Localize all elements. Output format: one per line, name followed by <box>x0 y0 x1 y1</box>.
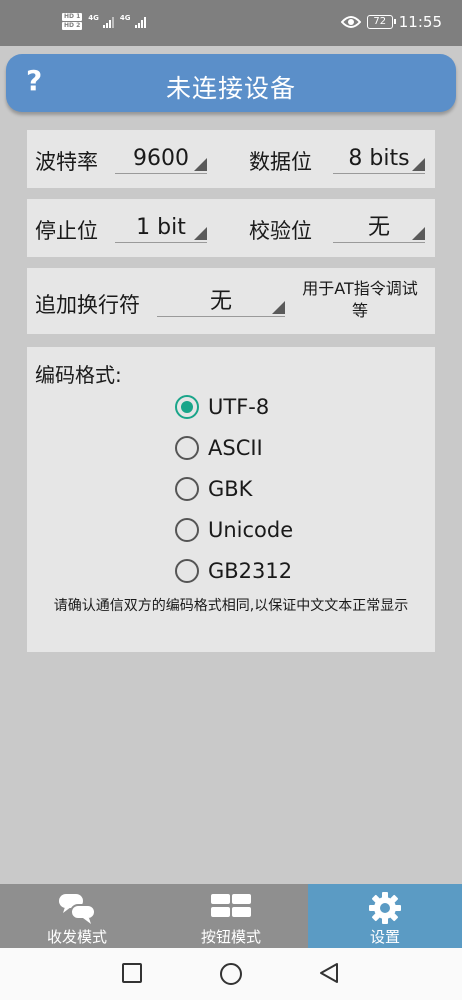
dropdown-arrow-icon <box>412 227 425 240</box>
newline-spinner[interactable]: 无 <box>157 287 285 317</box>
databits-spinner[interactable]: 8 bits <box>333 144 425 174</box>
signal-bars-icon <box>102 16 114 28</box>
system-navigation-bar <box>0 948 462 1000</box>
connection-status-title: 未连接设备 <box>165 74 296 103</box>
databits-value: 8 bits <box>348 146 410 171</box>
eye-icon <box>340 16 361 28</box>
parity-value: 无 <box>367 215 390 240</box>
bottom-navigation: 收发模式 按钮模式 设置 <box>0 884 462 948</box>
signal-bars-icon <box>134 16 146 28</box>
encoding-note: 请确认通信双方的编码格式相同,以保证中文文本正常显示 <box>53 598 409 614</box>
encoding-option-label: ASCII <box>208 436 263 460</box>
dropdown-arrow-icon <box>412 158 425 171</box>
gear-icon <box>369 892 401 924</box>
encoding-option-ascii[interactable]: ASCII <box>175 434 263 462</box>
stopbits-spinner[interactable]: 1 bit <box>115 213 207 243</box>
encoding-option-gb2312[interactable]: GB2312 <box>175 557 292 585</box>
encoding-option-label: GBK <box>208 477 253 501</box>
encoding-option-gbk[interactable]: GBK <box>175 475 252 503</box>
nav-label: 按钮模式 <box>200 928 261 946</box>
encoding-panel: 编码格式: UTF-8 ASCII GBK Unicode GB2312 请确认… <box>27 347 435 652</box>
status-right: 72 11:55 <box>340 13 442 31</box>
hd2-badge: HD 2 <box>62 22 83 30</box>
encoding-title: 编码格式: <box>35 363 122 387</box>
newline-panel: 追加换行符 无 用于AT指令调试等 <box>27 268 435 334</box>
stopbits-label: 停止位 <box>35 219 98 243</box>
baud-databits-panel: 波特率 9600 数据位 8 bits <box>27 130 435 188</box>
radio-checked-icon[interactable] <box>175 395 199 419</box>
dropdown-arrow-icon <box>194 158 207 171</box>
back-icon[interactable] <box>318 962 340 984</box>
signal-indicators: HD 1 HD 2 4G 4G <box>62 13 146 30</box>
baud-rate-spinner[interactable]: 9600 <box>115 144 207 174</box>
baud-label: 波特率 <box>35 150 98 174</box>
radio-unchecked-icon[interactable] <box>175 477 199 501</box>
battery-icon: 72 <box>366 15 396 29</box>
dropdown-arrow-icon <box>194 227 207 240</box>
parity-label: 校验位 <box>249 219 312 243</box>
chat-icon <box>59 894 96 924</box>
recent-apps-icon[interactable] <box>121 962 143 984</box>
nav-tab-button-mode[interactable]: 按钮模式 <box>154 884 308 948</box>
grid-buttons-icon <box>211 894 251 917</box>
parity-spinner[interactable]: 无 <box>333 213 425 243</box>
stopbits-parity-panel: 停止位 1 bit 校验位 无 <box>27 199 435 257</box>
encoding-option-label: Unicode <box>208 518 294 542</box>
newline-value: 无 <box>209 289 232 314</box>
network-type-1: 4G <box>88 13 99 22</box>
nav-tab-settings[interactable]: 设置 <box>308 884 462 948</box>
dropdown-arrow-icon <box>272 301 285 314</box>
radio-unchecked-icon[interactable] <box>175 559 199 583</box>
stopbits-value: 1 bit <box>136 215 186 240</box>
status-bar: HD 1 HD 2 4G 4G 72 11:55 <box>0 0 462 46</box>
network-type-2: 4G <box>119 13 131 22</box>
clock: 11:55 <box>398 13 442 31</box>
hd-badges: HD 1 HD 2 <box>62 13 83 30</box>
nav-label: 收发模式 <box>46 928 107 946</box>
encoding-option-label: UTF-8 <box>208 395 270 419</box>
radio-unchecked-icon[interactable] <box>175 436 199 460</box>
nav-label: 设置 <box>369 928 400 946</box>
hd1-badge: HD 1 <box>62 13 83 21</box>
encoding-option-label: GB2312 <box>208 559 293 583</box>
newline-note: 用于AT指令调试等 <box>302 279 418 320</box>
radio-unchecked-icon[interactable] <box>175 518 199 542</box>
app-header: ? 未连接设备 <box>6 54 456 112</box>
nav-tab-send-receive[interactable]: 收发模式 <box>0 884 154 948</box>
baud-value: 9600 <box>133 146 189 171</box>
encoding-option-utf8[interactable]: UTF-8 <box>175 393 269 421</box>
databits-label: 数据位 <box>249 150 312 174</box>
encoding-option-unicode[interactable]: Unicode <box>175 516 293 544</box>
newline-label: 追加换行符 <box>35 293 140 317</box>
home-icon[interactable] <box>219 962 243 986</box>
